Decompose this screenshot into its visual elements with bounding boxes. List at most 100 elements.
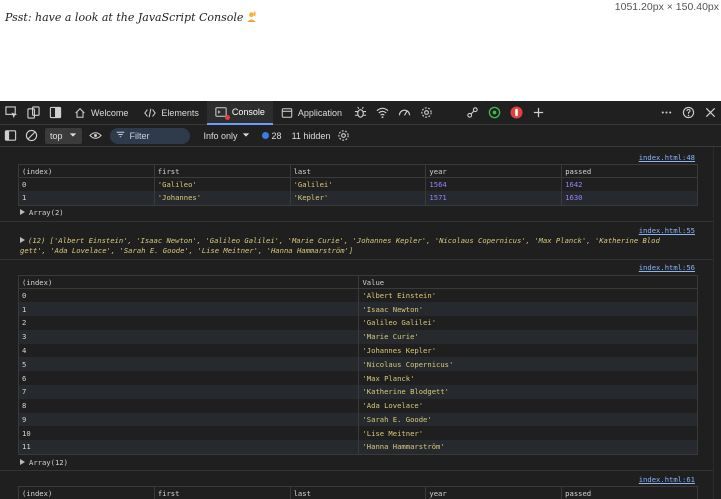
column-header[interactable]: passed [561,486,698,499]
tab-label: Elements [161,107,199,118]
table-cell: 'Johannes' [153,191,291,206]
table-row: 0 'Galileo' 'Galilei' 1564 1642 [18,177,698,192]
table-cell: 'Hanna Hammarström' [358,440,698,455]
column-header[interactable]: Value [358,275,698,289]
column-header[interactable]: year [425,486,563,499]
array-summary: Array(12) [29,458,68,467]
log-levels-dropdown[interactable]: Info only [204,131,250,141]
table-row: 0 'Albert Einstein' [17,288,698,303]
filter-icon [116,130,125,141]
array-preview-line-2: gett', 'Ada Lovelace', 'Sarah E. Goode',… [20,246,354,255]
array-preview-line-1: (12) ['Albert Einstein', 'Isaac Newton',… [28,236,660,245]
context-selector-value: top [50,130,63,141]
table-cell: 1 [18,191,155,206]
table-cell: 1 [17,302,360,317]
device-emulation-icon[interactable] [22,102,44,124]
table-cell: 11 [17,440,360,455]
table-cell: 'Galilei' [289,177,427,192]
clear-console-icon[interactable] [23,125,39,147]
console-table: (index) first last year passed 0 'Galile… [18,164,698,206]
column-header[interactable]: first [153,164,291,178]
memory-icon[interactable] [462,102,484,124]
tab-label: Console [231,106,265,117]
console-scrollbar[interactable] [713,147,721,499]
network-wifi-icon[interactable] [372,102,394,124]
stop-hand-icon[interactable] [506,102,528,124]
home-icon [75,107,85,118]
table-cell: 'Albert Einstein' [358,288,698,303]
column-header[interactable]: (index) [18,164,155,178]
live-expression-eye-icon[interactable] [88,125,104,147]
tab-label: Application [297,107,342,118]
column-header[interactable]: last [289,164,427,178]
table-cell: 7 [17,385,360,399]
log-array-line[interactable]: (12) ['Albert Einstein', 'Isaac Newton',… [20,236,697,246]
person-raising-hand-emoji-icon [246,11,257,22]
console-toolbar: top Filter Info only 28 11 hidden [0,125,721,147]
column-header[interactable]: (index) [17,275,360,289]
source-link[interactable]: index.html:61 [639,475,695,484]
expand-triangle-icon [20,237,25,243]
message-divider [0,221,713,222]
console-table: (index) first last year passed [18,486,698,499]
tab-elements[interactable]: Elements [136,101,207,125]
table-cell: 'Kepler' [289,191,427,206]
table-cell: 'Galileo' [153,177,291,192]
context-selector[interactable]: top [45,127,82,144]
bug-icon[interactable] [350,102,372,124]
tab-application[interactable]: Application [273,101,350,125]
source-link[interactable]: index.html:55 [639,226,695,235]
table-header-row: (index) Value [17,275,698,289]
issues-count: 28 [271,130,282,141]
column-header[interactable]: passed [561,164,698,178]
column-header[interactable]: last [289,486,427,499]
table-cell: 8 [17,398,360,413]
more-options-icon[interactable] [655,102,677,124]
performance-gauge-icon[interactable] [394,102,416,124]
sidebar-toggle-icon[interactable] [3,125,17,147]
table-row: 5 'Nicolaus Copernicus' [17,357,698,372]
table-row: 2 'Galileo Galilei' [17,316,698,330]
table-header-row: (index) first last year passed [18,486,698,499]
settings-gear-icon[interactable] [416,102,438,124]
hidden-messages-count: 11 hidden [291,130,331,141]
array-expand-toggle[interactable]: Array(2) [20,208,64,217]
table-row: 8 'Ada Lovelace' [17,398,698,413]
devtools-panel: Welcome Elements Console Application top… [0,101,721,499]
add-tab-plus-icon[interactable] [528,102,550,124]
console-settings-gear-icon[interactable] [336,125,350,147]
table-cell: 'Johannes Kepler' [358,343,698,358]
close-devtools-icon[interactable] [699,102,721,124]
log-levels-value: Info only [203,130,238,141]
table-row: 1 'Johannes' 'Kepler' 1571 1630 [18,191,698,206]
column-header[interactable]: first [153,486,291,499]
table-cell: 'Nicolaus Copernicus' [358,357,698,372]
table-cell: 0 [18,177,155,192]
dock-side-icon[interactable] [44,102,66,124]
issues-counter[interactable]: 28 [261,130,282,141]
column-header[interactable]: (index) [18,486,155,499]
code-icon [144,108,157,117]
table-cell: 1630 [561,191,698,206]
table-cell: 'Ada Lovelace' [358,398,698,413]
console-table: (index) Value 0 'Albert Einstein' 1 'Isaac… [17,275,698,455]
help-icon[interactable] [677,102,699,124]
table-cell: 'Galileo Galilei' [358,316,698,330]
source-link[interactable]: index.html:48 [639,153,695,162]
table-row: 3 'Marie Curie' [17,329,698,344]
source-link[interactable]: index.html:56 [639,263,695,272]
table-cell: 'Max Planck' [358,371,698,386]
tab-console[interactable]: Console [206,101,273,125]
error-badge-dot [224,114,230,120]
table-row: 6 'Max Planck' [17,371,698,386]
array-expand-toggle[interactable]: Array(12) [20,458,68,467]
inspect-element-icon[interactable] [0,102,22,124]
table-cell: 6 [17,371,360,386]
array-summary: Array(2) [29,208,64,217]
table-cell: 3 [17,329,360,344]
table-cell: 0 [17,288,360,303]
record-circle-icon[interactable] [484,102,506,124]
tab-welcome[interactable]: Welcome [66,101,136,125]
column-header[interactable]: year [425,164,563,178]
filter-input[interactable]: Filter [109,127,190,144]
